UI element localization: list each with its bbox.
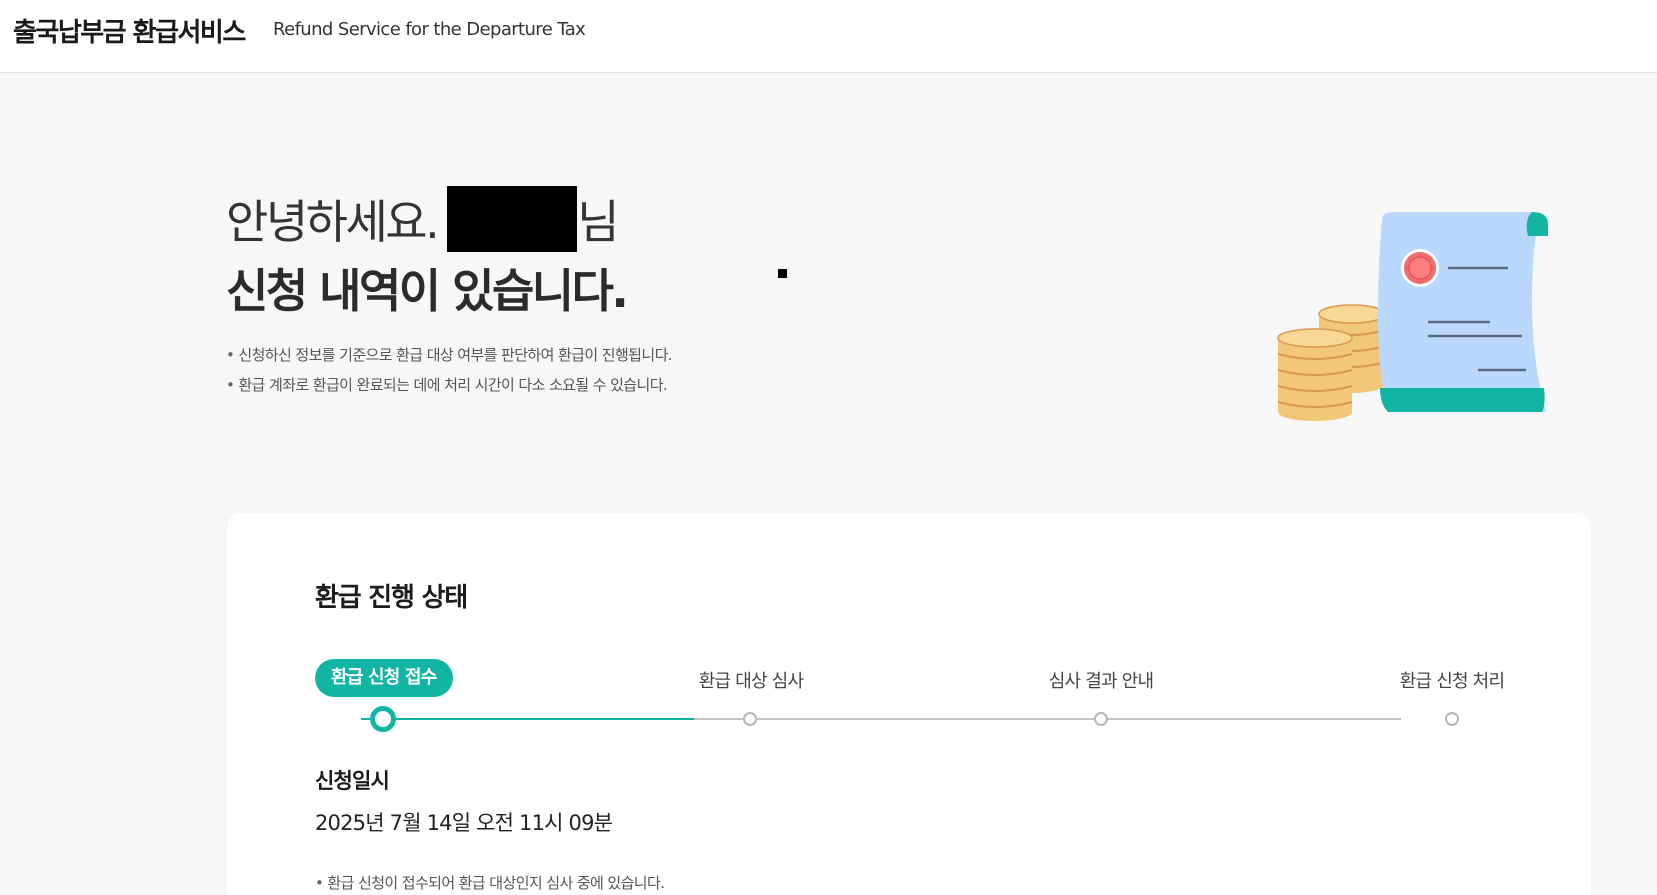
stray-marker xyxy=(778,269,787,278)
step-3-label: 심사 결과 안내 xyxy=(1048,671,1154,692)
redacted-user-name xyxy=(447,186,578,252)
greeting-honorific: 님 xyxy=(577,195,619,249)
step-3-marker xyxy=(1094,712,1108,726)
step-1-marker xyxy=(370,706,396,732)
info-notes: 신청하신 정보를 기준으로 환급 대상 여부를 판단하여 환급이 진행됩니다. … xyxy=(226,340,672,400)
greeting-line-1: 안녕하세요. 님 xyxy=(226,186,620,252)
step-2-marker xyxy=(743,712,757,726)
refund-illustration xyxy=(1270,212,1550,432)
application-date-value: 2025년 7월 14일 오전 11시 09분 xyxy=(315,811,613,835)
document-coins-icon xyxy=(1277,212,1548,421)
brand-title-korean[interactable]: 출국납부금 환급서비스 xyxy=(13,12,246,49)
application-status-note: 환급 신청이 접수되어 환급 대상인지 심사 중에 있습니다. xyxy=(315,872,665,893)
info-note: 신청하신 정보를 기준으로 환급 대상 여부를 판단하여 환급이 진행됩니다. xyxy=(226,340,672,370)
progress-track-completed xyxy=(361,718,694,720)
step-4-label: 환급 신청 처리 xyxy=(1399,671,1505,692)
application-date-label: 신청일시 xyxy=(315,769,390,793)
progress-section-title: 환급 진행 상태 xyxy=(315,583,468,613)
info-note: 환급 계좌로 환급이 완료되는 데에 처리 시간이 다소 소요될 수 있습니다. xyxy=(226,370,672,400)
brand-title-english: Refund Service for the Departure Tax xyxy=(273,19,586,40)
step-2-label: 환급 대상 심사 xyxy=(698,671,804,692)
step-4-marker xyxy=(1445,712,1459,726)
greeting-line-2: 신청 내역이 있습니다. xyxy=(226,264,629,318)
site-header: 출국납부금 환급서비스 Refund Service for the Depar… xyxy=(0,0,1657,73)
refund-status-card: 환급 진행 상태 환급 신청 접수 환급 대상 심사 심사 결과 안내 환급 신… xyxy=(227,513,1591,895)
greeting-hello: 안녕하세요. xyxy=(226,195,440,249)
coin-stack-front-icon xyxy=(1277,328,1353,421)
step-1-label-active: 환급 신청 접수 xyxy=(315,659,453,697)
